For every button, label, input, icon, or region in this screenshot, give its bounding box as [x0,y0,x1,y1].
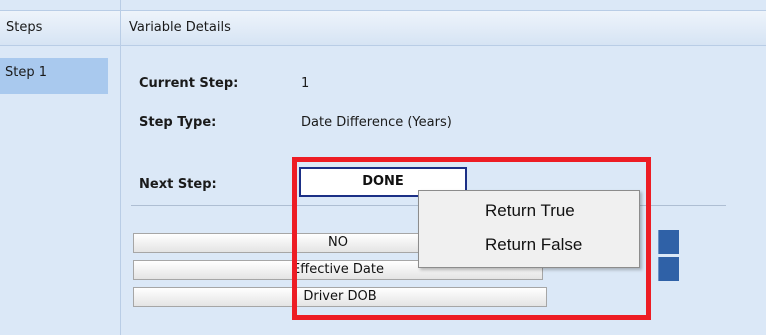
variable-details-header: Variable Details [121,10,766,46]
variable-button-label: Driver DOB [303,289,377,304]
menu-item-return-true[interactable]: Return True [419,195,639,227]
menu-item-label: Return True [485,201,575,220]
current-step-value: 1 [301,76,310,91]
steps-header: Steps [0,10,120,46]
steps-panel: Steps Step 1 [0,0,121,335]
variable-button-driver-dob[interactable]: Driver DOB [133,287,547,307]
step-type-label: Step Type: [139,115,217,130]
side-action-button[interactable] [658,257,679,281]
variable-button-label: NO [328,235,348,250]
side-action-button[interactable] [658,230,679,254]
next-step-label: Next Step: [139,177,217,192]
variable-details-panel: Variable Details Current Step: 1 Step Ty… [121,0,766,335]
menu-item-return-false[interactable]: Return False [419,229,639,261]
step-item-1[interactable]: Step 1 [0,58,108,94]
variable-details-header-label: Variable Details [129,20,231,35]
step-type-value: Date Difference (Years) [301,115,452,130]
steps-header-label: Steps [6,20,43,35]
variable-button-label: Effective Date [292,262,384,277]
current-step-label: Current Step: [139,76,239,91]
next-step-value: DONE [362,174,404,189]
menu-item-label: Return False [485,235,583,254]
context-menu: Return True Return False [418,190,640,268]
step-item-label: Step 1 [5,65,48,80]
